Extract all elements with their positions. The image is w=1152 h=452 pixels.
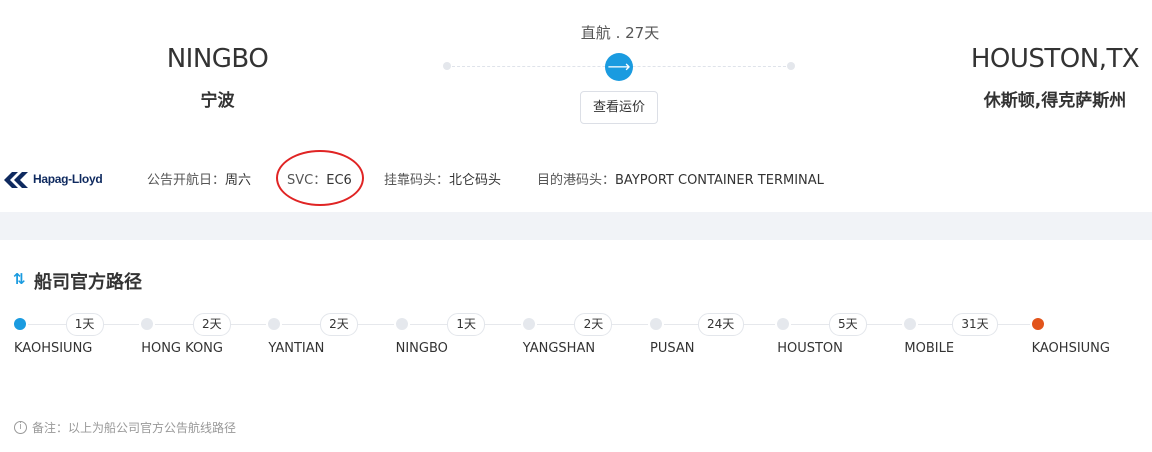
- berth: 挂靠码头：北仑码头: [384, 169, 501, 188]
- destination-terminal: 目的港码头：BAYPORT CONTAINER TERMINAL: [537, 169, 824, 188]
- svc-label: SVC：: [287, 173, 327, 188]
- dest-terminal-label: 目的港码头：: [537, 173, 616, 188]
- route-transit-days: 5天: [828, 313, 867, 336]
- service-code: SVC：EC6: [287, 169, 352, 188]
- section-divider: [0, 212, 1152, 240]
- destination-port-en: HOUSTON,TX: [970, 44, 1140, 74]
- sailing-day-value: 周六: [225, 173, 252, 188]
- route-section-title: 船司官方路径: [34, 272, 142, 293]
- route-start-dot: [443, 62, 451, 70]
- info-icon: i: [14, 421, 27, 434]
- route-transit-days: 2天: [320, 313, 358, 336]
- carrier-logo: Hapag-Lloyd: [4, 170, 114, 190]
- berth-label: 挂靠码头：: [384, 173, 450, 188]
- route-duration: 直航 . 27天: [580, 24, 660, 42]
- route-transit-days: 2天: [574, 313, 613, 336]
- route-stop-dot: [522, 318, 535, 330]
- sailing-day: 公告开航日：周六: [147, 169, 251, 188]
- view-price-button[interactable]: 查看运价: [580, 91, 658, 124]
- route-end-dot: [787, 62, 795, 70]
- route-transit-days: 24天: [697, 313, 744, 336]
- route-stop-name: NINGBO: [395, 341, 448, 356]
- hapag-lloyd-logo-icon: [4, 172, 28, 188]
- route-icon: ⇅: [13, 270, 26, 288]
- route-stop-dot: [1031, 318, 1044, 330]
- route-transit-days: 2天: [192, 313, 231, 336]
- route-stop-name: KAOHSIUNG: [14, 341, 93, 356]
- origin-port-cn: 宁波: [200, 91, 235, 111]
- route-stop-dot: [395, 318, 408, 330]
- route-stop-name: MOBILE: [904, 341, 955, 356]
- destination-port-cn: 休斯顿,得克萨斯州: [983, 91, 1127, 111]
- route-stop-dot: [14, 318, 26, 330]
- dest-terminal-value: BAYPORT CONTAINER TERMINAL: [615, 173, 824, 188]
- route-stop-name: HONG KONG: [141, 341, 223, 356]
- route-stop-name: HOUSTON: [777, 341, 843, 356]
- route-note: 备注：以上为船公司官方公告航线路径: [32, 421, 237, 435]
- svc-value: EC6: [326, 173, 352, 188]
- route-timeline: KAOHSIUNG 1天 HONG KONG 2天 YANTIAN 2天 NINGBO 1天 Y…: [0, 312, 1152, 362]
- route-stop-dot: [650, 318, 662, 330]
- route-stop-dot: [904, 318, 917, 330]
- route-stop-dot: [268, 318, 281, 330]
- sailing-day-label: 公告开航日：: [147, 173, 226, 188]
- origin-port-en: NINGBO: [166, 44, 269, 74]
- route-stop-dot: [141, 318, 154, 330]
- route-stop-name: YANTIAN: [268, 341, 325, 356]
- route-transit-days: 1天: [447, 313, 486, 336]
- route-transit-days: 31天: [952, 313, 998, 336]
- route-stop-name: PUSAN: [650, 341, 695, 356]
- arrow-right-icon: ⟶: [605, 53, 633, 81]
- berth-value: 北仑码头: [449, 173, 502, 188]
- route-stop-dot: [777, 318, 790, 330]
- route-stop-name: YANGSHAN: [522, 341, 596, 356]
- carrier-logo-text: Hapag-Lloyd: [33, 172, 103, 186]
- route-transit-days: 1天: [65, 313, 104, 336]
- route-stop-name: KAOHSIUNG: [1031, 341, 1110, 356]
